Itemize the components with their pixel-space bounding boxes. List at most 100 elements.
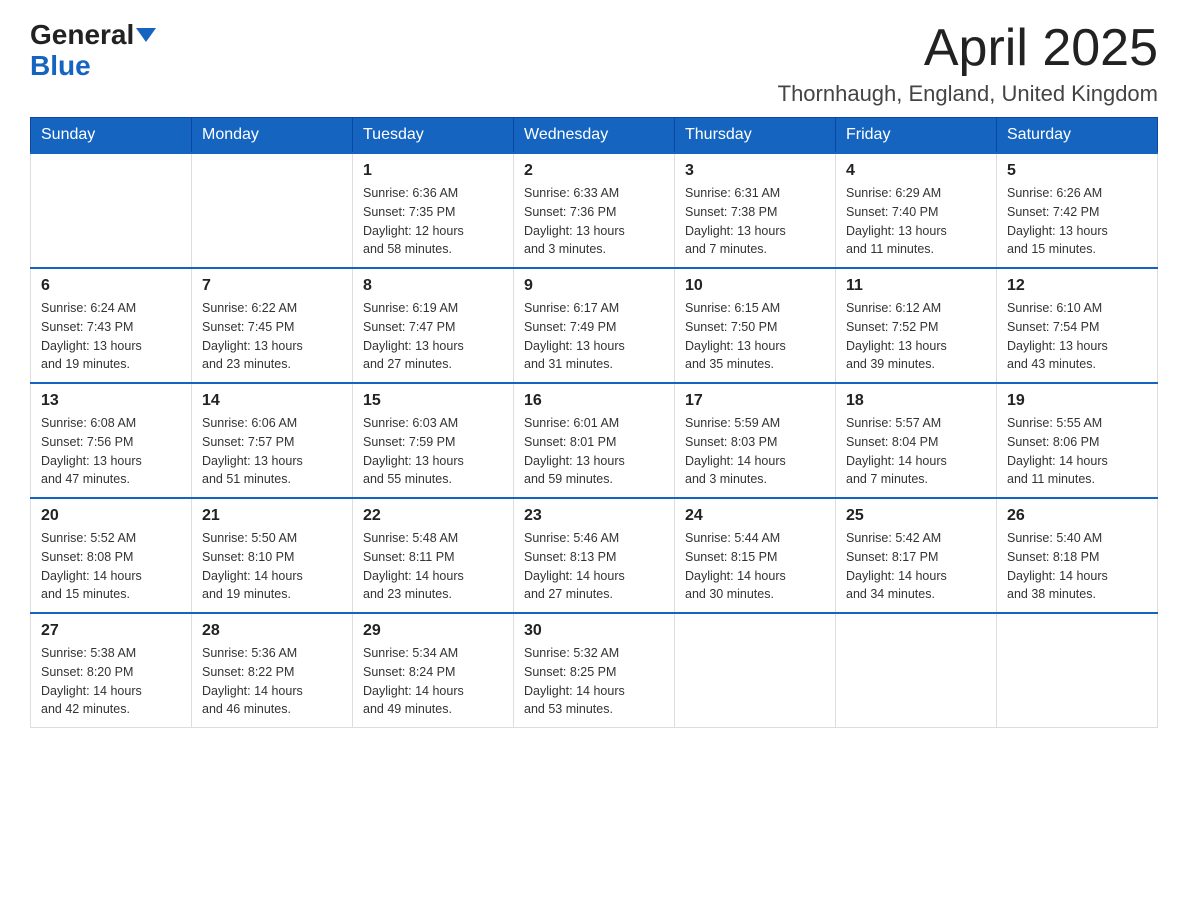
day-info: Sunrise: 6:15 AM Sunset: 7:50 PM Dayligh… <box>685 299 825 374</box>
day-number: 15 <box>363 392 503 410</box>
day-number: 27 <box>41 622 181 640</box>
calendar-cell: 11 Sunrise: 6:12 AM Sunset: 7:52 PM Dayli… <box>836 268 997 383</box>
calendar-cell: 28 Sunrise: 5:36 AM Sunset: 8:22 PM Dayli… <box>192 613 353 728</box>
calendar-cell <box>675 613 836 728</box>
calendar-cell: 14 Sunrise: 6:06 AM Sunset: 7:57 PM Dayli… <box>192 383 353 498</box>
day-number: 24 <box>685 507 825 525</box>
location-text: Thornhaugh, England, United Kingdom <box>778 81 1158 107</box>
day-number: 14 <box>202 392 342 410</box>
day-info: Sunrise: 5:55 AM Sunset: 8:06 PM Dayligh… <box>1007 414 1147 489</box>
day-number: 2 <box>524 162 664 180</box>
day-info: Sunrise: 5:36 AM Sunset: 8:22 PM Dayligh… <box>202 644 342 719</box>
calendar-cell: 10 Sunrise: 6:15 AM Sunset: 7:50 PM Dayli… <box>675 268 836 383</box>
day-number: 18 <box>846 392 986 410</box>
day-info: Sunrise: 6:06 AM Sunset: 7:57 PM Dayligh… <box>202 414 342 489</box>
day-number: 10 <box>685 277 825 295</box>
day-info: Sunrise: 5:46 AM Sunset: 8:13 PM Dayligh… <box>524 529 664 604</box>
day-info: Sunrise: 6:33 AM Sunset: 7:36 PM Dayligh… <box>524 184 664 259</box>
calendar-cell: 6 Sunrise: 6:24 AM Sunset: 7:43 PM Daylig… <box>31 268 192 383</box>
day-number: 8 <box>363 277 503 295</box>
day-number: 12 <box>1007 277 1147 295</box>
calendar-cell: 2 Sunrise: 6:33 AM Sunset: 7:36 PM Daylig… <box>514 153 675 268</box>
day-info: Sunrise: 5:32 AM Sunset: 8:25 PM Dayligh… <box>524 644 664 719</box>
day-number: 16 <box>524 392 664 410</box>
day-info: Sunrise: 6:22 AM Sunset: 7:45 PM Dayligh… <box>202 299 342 374</box>
day-info: Sunrise: 5:52 AM Sunset: 8:08 PM Dayligh… <box>41 529 181 604</box>
day-info: Sunrise: 5:59 AM Sunset: 8:03 PM Dayligh… <box>685 414 825 489</box>
weekday-header-tuesday: Tuesday <box>353 118 514 154</box>
day-info: Sunrise: 6:26 AM Sunset: 7:42 PM Dayligh… <box>1007 184 1147 259</box>
calendar-cell <box>836 613 997 728</box>
calendar-cell <box>31 153 192 268</box>
logo-general-text: General <box>30 20 134 51</box>
day-number: 3 <box>685 162 825 180</box>
weekday-header-friday: Friday <box>836 118 997 154</box>
calendar-cell <box>997 613 1158 728</box>
day-info: Sunrise: 5:44 AM Sunset: 8:15 PM Dayligh… <box>685 529 825 604</box>
day-info: Sunrise: 6:24 AM Sunset: 7:43 PM Dayligh… <box>41 299 181 374</box>
calendar-cell <box>192 153 353 268</box>
calendar-cell: 20 Sunrise: 5:52 AM Sunset: 8:08 PM Dayli… <box>31 498 192 613</box>
calendar-week-row: 20 Sunrise: 5:52 AM Sunset: 8:08 PM Dayli… <box>31 498 1158 613</box>
calendar-cell: 18 Sunrise: 5:57 AM Sunset: 8:04 PM Dayli… <box>836 383 997 498</box>
day-number: 11 <box>846 277 986 295</box>
day-number: 9 <box>524 277 664 295</box>
calendar-cell: 19 Sunrise: 5:55 AM Sunset: 8:06 PM Dayli… <box>997 383 1158 498</box>
calendar-cell: 17 Sunrise: 5:59 AM Sunset: 8:03 PM Dayli… <box>675 383 836 498</box>
day-number: 23 <box>524 507 664 525</box>
calendar-week-row: 1 Sunrise: 6:36 AM Sunset: 7:35 PM Daylig… <box>31 153 1158 268</box>
calendar-cell: 13 Sunrise: 6:08 AM Sunset: 7:56 PM Dayli… <box>31 383 192 498</box>
day-number: 22 <box>363 507 503 525</box>
day-info: Sunrise: 6:08 AM Sunset: 7:56 PM Dayligh… <box>41 414 181 489</box>
calendar-cell: 24 Sunrise: 5:44 AM Sunset: 8:15 PM Dayli… <box>675 498 836 613</box>
calendar-cell: 7 Sunrise: 6:22 AM Sunset: 7:45 PM Daylig… <box>192 268 353 383</box>
day-info: Sunrise: 6:29 AM Sunset: 7:40 PM Dayligh… <box>846 184 986 259</box>
calendar-header: SundayMondayTuesdayWednesdayThursdayFrid… <box>31 118 1158 154</box>
calendar-cell: 3 Sunrise: 6:31 AM Sunset: 7:38 PM Daylig… <box>675 153 836 268</box>
calendar-cell: 16Sunrise: 6:01 AM Sunset: 8:01 PM Dayli… <box>514 383 675 498</box>
day-number: 6 <box>41 277 181 295</box>
day-info: Sunrise: 5:40 AM Sunset: 8:18 PM Dayligh… <box>1007 529 1147 604</box>
calendar-cell: 1 Sunrise: 6:36 AM Sunset: 7:35 PM Daylig… <box>353 153 514 268</box>
day-number: 20 <box>41 507 181 525</box>
day-info: Sunrise: 6:10 AM Sunset: 7:54 PM Dayligh… <box>1007 299 1147 374</box>
calendar-week-row: 6 Sunrise: 6:24 AM Sunset: 7:43 PM Daylig… <box>31 268 1158 383</box>
day-info: Sunrise: 5:38 AM Sunset: 8:20 PM Dayligh… <box>41 644 181 719</box>
calendar-cell: 21 Sunrise: 5:50 AM Sunset: 8:10 PM Dayli… <box>192 498 353 613</box>
day-info: Sunrise: 6:36 AM Sunset: 7:35 PM Dayligh… <box>363 184 503 259</box>
calendar-week-row: 13 Sunrise: 6:08 AM Sunset: 7:56 PM Dayli… <box>31 383 1158 498</box>
day-number: 4 <box>846 162 986 180</box>
logo: General Blue <box>30 20 156 82</box>
calendar-cell: 27 Sunrise: 5:38 AM Sunset: 8:20 PM Dayli… <box>31 613 192 728</box>
weekday-header-row: SundayMondayTuesdayWednesdayThursdayFrid… <box>31 118 1158 154</box>
weekday-header-monday: Monday <box>192 118 353 154</box>
day-number: 13 <box>41 392 181 410</box>
day-number: 5 <box>1007 162 1147 180</box>
day-number: 1 <box>363 162 503 180</box>
calendar-body: 1 Sunrise: 6:36 AM Sunset: 7:35 PM Daylig… <box>31 153 1158 728</box>
calendar-cell: 8 Sunrise: 6:19 AM Sunset: 7:47 PM Daylig… <box>353 268 514 383</box>
calendar-cell: 26Sunrise: 5:40 AM Sunset: 8:18 PM Dayli… <box>997 498 1158 613</box>
day-number: 21 <box>202 507 342 525</box>
calendar-cell: 9Sunrise: 6:17 AM Sunset: 7:49 PM Daylig… <box>514 268 675 383</box>
day-number: 7 <box>202 277 342 295</box>
weekday-header-saturday: Saturday <box>997 118 1158 154</box>
weekday-header-wednesday: Wednesday <box>514 118 675 154</box>
day-info: Sunrise: 6:03 AM Sunset: 7:59 PM Dayligh… <box>363 414 503 489</box>
day-info: Sunrise: 6:12 AM Sunset: 7:52 PM Dayligh… <box>846 299 986 374</box>
calendar-cell: 29Sunrise: 5:34 AM Sunset: 8:24 PM Dayli… <box>353 613 514 728</box>
day-info: Sunrise: 6:31 AM Sunset: 7:38 PM Dayligh… <box>685 184 825 259</box>
day-info: Sunrise: 5:50 AM Sunset: 8:10 PM Dayligh… <box>202 529 342 604</box>
day-info: Sunrise: 5:57 AM Sunset: 8:04 PM Dayligh… <box>846 414 986 489</box>
day-number: 28 <box>202 622 342 640</box>
calendar-cell: 23 Sunrise: 5:46 AM Sunset: 8:13 PM Dayli… <box>514 498 675 613</box>
calendar-cell: 12 Sunrise: 6:10 AM Sunset: 7:54 PM Dayli… <box>997 268 1158 383</box>
day-info: Sunrise: 5:48 AM Sunset: 8:11 PM Dayligh… <box>363 529 503 604</box>
weekday-header-thursday: Thursday <box>675 118 836 154</box>
day-number: 17 <box>685 392 825 410</box>
calendar-cell: 30Sunrise: 5:32 AM Sunset: 8:25 PM Dayli… <box>514 613 675 728</box>
day-info: Sunrise: 6:19 AM Sunset: 7:47 PM Dayligh… <box>363 299 503 374</box>
day-number: 19 <box>1007 392 1147 410</box>
weekday-header-sunday: Sunday <box>31 118 192 154</box>
calendar-cell: 15 Sunrise: 6:03 AM Sunset: 7:59 PM Dayli… <box>353 383 514 498</box>
